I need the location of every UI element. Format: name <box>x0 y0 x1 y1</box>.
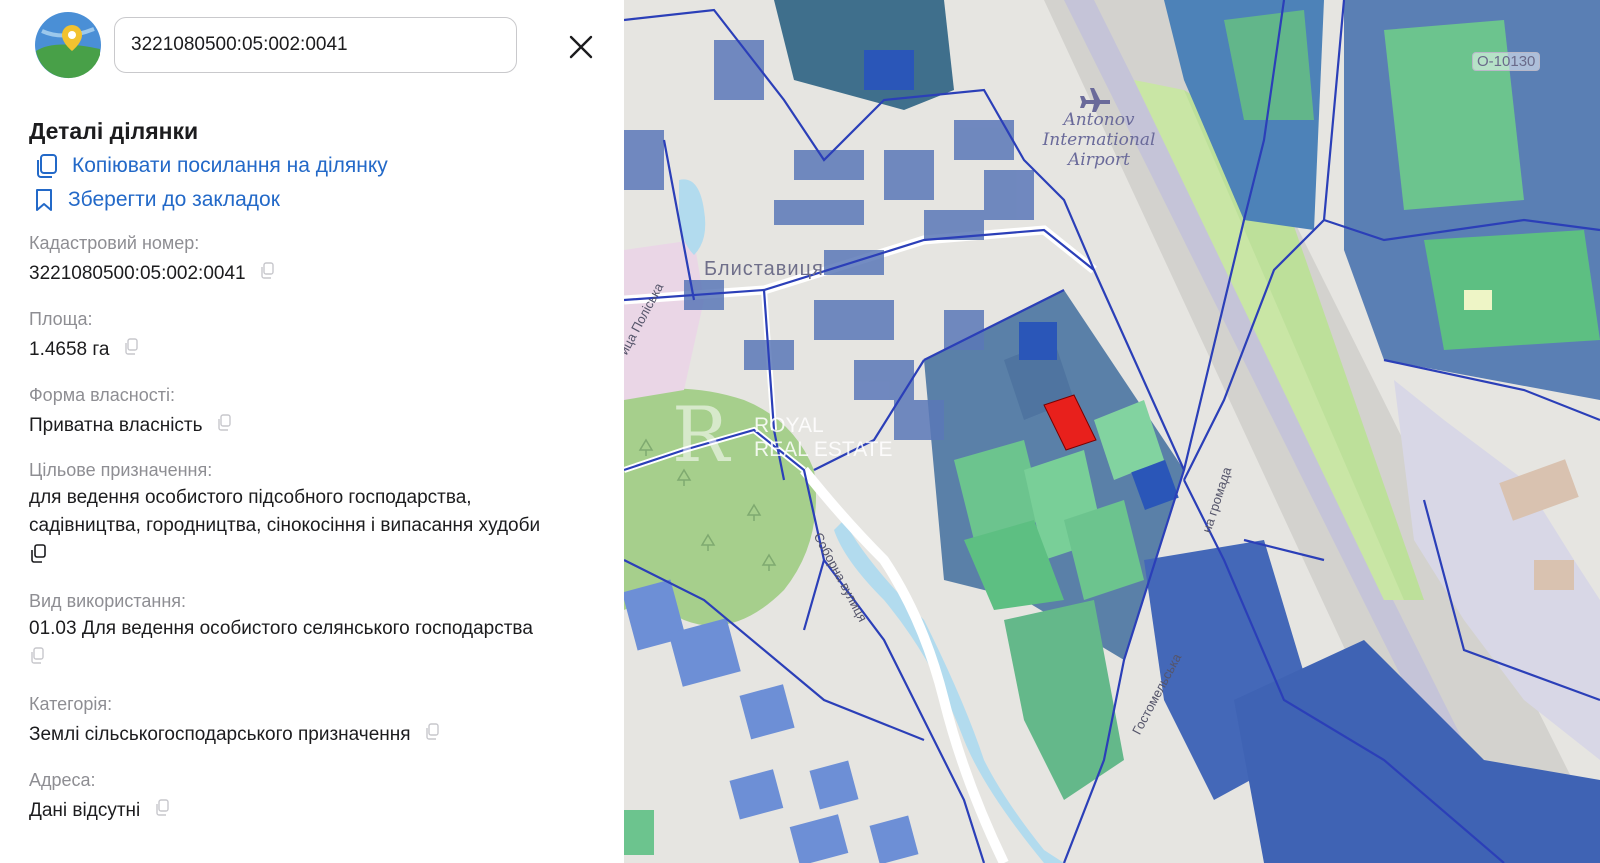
area-label: Площа: <box>29 309 93 329</box>
cadastral-map[interactable]: Antonov International Airport Блиставиця… <box>624 0 1600 863</box>
search-input[interactable]: 3221080500:05:002:0041 <box>114 17 517 73</box>
purpose-value-line1: для ведення особистого підсобного господ… <box>29 487 472 508</box>
airport-label-line2: International <box>1042 130 1156 150</box>
address-label: Адреса: <box>29 770 96 790</box>
purpose-value-line2: садівництва, городництва, сінокосіння і … <box>29 515 541 536</box>
bookmark-button[interactable]: Зберегти до закладок <box>32 187 280 213</box>
map-app-logo[interactable] <box>34 11 102 79</box>
village-label: Блиставиця <box>704 258 824 280</box>
route-label: O-10130 <box>1472 52 1541 71</box>
ownership-label: Форма власності: <box>29 385 175 405</box>
copy-icon[interactable] <box>29 544 47 564</box>
copy-icon[interactable] <box>259 262 275 280</box>
category-label: Категорія: <box>29 694 113 714</box>
watermark-line2: REAL ESTATE <box>754 438 893 461</box>
watermark-logo: R <box>672 390 730 479</box>
ownership-row: Приватна власність <box>29 412 232 440</box>
airport-label-line1: Antonov <box>1063 110 1135 130</box>
close-icon <box>569 35 593 59</box>
panel-title: Деталі ділянки <box>29 118 199 144</box>
cadastral-number-value: 3221080500:05:002:0041 <box>29 263 246 284</box>
close-button[interactable] <box>566 32 596 62</box>
address-row: Дані відсутні <box>29 797 170 825</box>
usage-value: 01.03 Для ведення особистого селянського… <box>29 618 533 639</box>
usage-label: Вид використання: <box>29 591 187 611</box>
address-value: Дані відсутні <box>29 800 141 821</box>
watermark-text: ROYAL REAL ESTATE <box>754 414 892 462</box>
parcel-details-panel: 3221080500:05:002:0041 Деталі ділянки Ко… <box>0 0 624 863</box>
copy-icon[interactable] <box>154 799 170 817</box>
copy-icon[interactable] <box>123 338 139 356</box>
cadastral-number-label: Кадастровий номер: <box>29 233 200 253</box>
ownership-value: Приватна власність <box>29 415 203 436</box>
area-value: 1.4658 га <box>29 339 110 360</box>
area-row: 1.4658 га <box>29 336 139 364</box>
usage-copy-row <box>29 645 45 673</box>
copy-icon[interactable] <box>216 414 232 432</box>
copy-link-icon <box>37 154 57 178</box>
search-input-value: 3221080500:05:002:0041 <box>131 34 348 55</box>
airport-label-line3: Airport <box>1068 150 1130 170</box>
copy-link-label: Копіювати посилання на ділянку <box>72 154 388 177</box>
copy-icon[interactable] <box>424 723 440 741</box>
airport-label: Antonov International Airport <box>1034 110 1164 170</box>
category-row: Землі сільськогосподарського призначення <box>29 721 440 749</box>
cadastral-number-row: 3221080500:05:002:0041 <box>29 260 275 288</box>
watermark-line1: ROYAL <box>754 414 824 437</box>
purpose-label: Цільове призначення: <box>29 460 213 480</box>
bookmark-icon <box>36 189 52 211</box>
copy-icon[interactable] <box>29 647 45 665</box>
copy-link-button[interactable]: Копіювати посилання на ділянку <box>32 152 388 180</box>
category-value: Землі сільськогосподарського призначення <box>29 724 411 745</box>
purpose-copy-row <box>29 542 47 570</box>
bookmark-label: Зберегти до закладок <box>68 188 280 211</box>
